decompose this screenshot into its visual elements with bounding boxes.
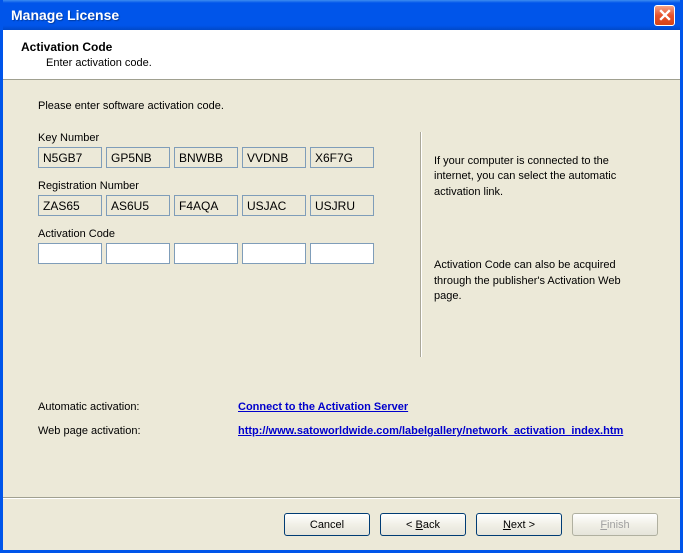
registration-number-3: [174, 195, 238, 216]
finish-button: Finish: [572, 513, 658, 536]
registration-number-2: [106, 195, 170, 216]
activation-code-5[interactable]: [310, 243, 374, 264]
automatic-activation-row: Automatic activation: Connect to the Act…: [38, 401, 650, 413]
info-paragraph-1: If your computer is connected to the int…: [434, 154, 650, 200]
activation-code-3[interactable]: [174, 243, 238, 264]
key-number-2: [106, 147, 170, 168]
info-column: If your computer is connected to the int…: [434, 132, 650, 357]
registration-number-row: [38, 195, 408, 216]
close-icon: [659, 9, 671, 21]
wizard-header-description: Enter activation code.: [46, 57, 680, 69]
content-columns: Key Number Registration Number Activ: [38, 132, 650, 357]
next-button[interactable]: Next >: [476, 513, 562, 536]
activation-code-2[interactable]: [106, 243, 170, 264]
activation-code-row: [38, 243, 408, 264]
cancel-button[interactable]: Cancel: [284, 513, 370, 536]
close-button[interactable]: [654, 5, 675, 26]
input-column: Key Number Registration Number Activ: [38, 132, 408, 357]
links-section: Automatic activation: Connect to the Act…: [38, 401, 650, 449]
automatic-activation-label: Automatic activation:: [38, 401, 238, 413]
activation-code-label: Activation Code: [38, 228, 408, 240]
webpage-activation-row: Web page activation: http://www.satoworl…: [38, 425, 650, 437]
key-number-label: Key Number: [38, 132, 408, 144]
wizard-content: Please enter software activation code. K…: [3, 80, 680, 498]
titlebar: Manage License: [3, 0, 680, 30]
wizard-footer: Cancel < Back Next > Finish: [3, 498, 680, 550]
back-button[interactable]: < Back: [380, 513, 466, 536]
vertical-divider: [420, 132, 422, 357]
wizard-header-title: Activation Code: [21, 40, 680, 54]
webpage-activation-link[interactable]: http://www.satoworldwide.com/labelgaller…: [238, 425, 623, 437]
wizard-header: Activation Code Enter activation code.: [3, 30, 680, 80]
license-wizard-window: Manage License Activation Code Enter act…: [0, 0, 683, 553]
activation-code-1[interactable]: [38, 243, 102, 264]
automatic-activation-link[interactable]: Connect to the Activation Server: [238, 401, 408, 413]
key-number-3: [174, 147, 238, 168]
registration-number-5: [310, 195, 374, 216]
registration-number-4: [242, 195, 306, 216]
key-number-4: [242, 147, 306, 168]
info-paragraph-2: Activation Code can also be acquired thr…: [434, 258, 650, 304]
window-title: Manage License: [11, 7, 654, 23]
key-number-5: [310, 147, 374, 168]
registration-number-label: Registration Number: [38, 180, 408, 192]
key-number-1: [38, 147, 102, 168]
webpage-activation-label: Web page activation:: [38, 425, 238, 437]
registration-number-1: [38, 195, 102, 216]
key-number-row: [38, 147, 408, 168]
activation-code-4[interactable]: [242, 243, 306, 264]
instruction-text: Please enter software activation code.: [38, 100, 650, 112]
